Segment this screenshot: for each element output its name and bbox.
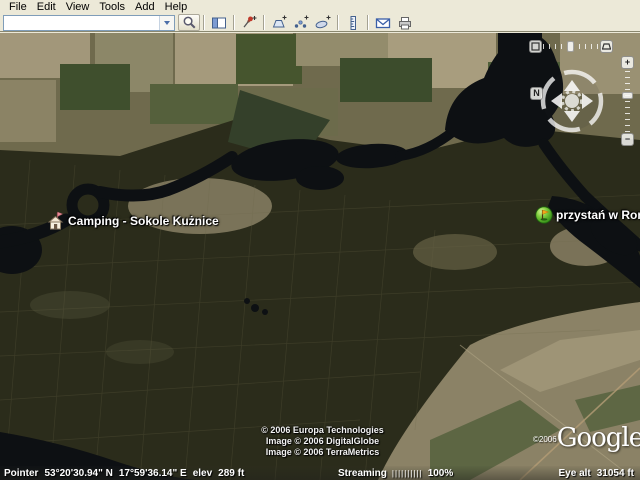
combo-dropdown-button[interactable] — [159, 16, 174, 30]
menu-help[interactable]: Help — [160, 1, 193, 13]
streaming-meter: |||||||||| — [392, 469, 423, 478]
elev-label: elev — [193, 468, 212, 479]
zoom-slider[interactable]: + − — [620, 56, 635, 146]
add-image-overlay-button[interactable] — [312, 14, 334, 31]
green-flag-icon — [535, 206, 553, 224]
streaming-label: Streaming — [338, 468, 387, 479]
printer-icon — [397, 15, 413, 31]
zoom-slider-handle[interactable] — [622, 92, 633, 99]
add-path-button[interactable] — [290, 14, 312, 31]
toolbar-separator — [367, 15, 369, 30]
placemark-przystan-label[interactable]: przystań w Rom — [556, 208, 640, 222]
google-logo: Google — [557, 423, 640, 453]
top-down-view-icon — [531, 42, 540, 51]
search-button[interactable] — [178, 14, 200, 31]
tilt-slider[interactable] — [529, 40, 615, 53]
menu-tools[interactable]: Tools — [94, 1, 130, 13]
email-button[interactable] — [372, 14, 394, 31]
eye-altitude: Eye alt 31054 ft — [553, 468, 635, 479]
placemark-camping-label[interactable]: Camping - Sokole Kużnice — [68, 214, 219, 228]
streaming-status: Streaming |||||||||| 100% — [338, 468, 453, 479]
compass-control[interactable] — [531, 60, 613, 142]
toolbar-separator — [263, 15, 265, 30]
measure-button[interactable] — [342, 14, 364, 31]
menu-file[interactable]: File — [4, 1, 32, 13]
placemark-camping[interactable] — [47, 211, 64, 235]
pointer-latitude: 53°20'30.94" N — [44, 468, 112, 479]
search-icon — [182, 15, 197, 30]
eye-alt-label: Eye alt — [559, 468, 591, 479]
menu-add[interactable]: Add — [130, 1, 160, 13]
compass-center-knob[interactable] — [565, 94, 579, 108]
placemark-przystan[interactable] — [535, 206, 553, 229]
sidebar-panel-icon — [211, 15, 227, 31]
chevron-down-icon — [164, 21, 170, 25]
print-button[interactable] — [394, 14, 416, 31]
toolbar-separator — [203, 15, 205, 30]
path-dots-icon — [293, 15, 309, 31]
pushpin-icon — [241, 15, 257, 31]
tilt-slider-track[interactable] — [543, 41, 599, 52]
image-overlay-icon — [315, 15, 331, 31]
tilt-horizon-button[interactable] — [600, 40, 613, 53]
streaming-percent: 100% — [428, 468, 454, 479]
logo-copyright: ©2006 — [533, 435, 557, 444]
zoom-in-button[interactable]: + — [621, 56, 634, 69]
camping-house-icon — [47, 211, 64, 230]
eye-alt-value: 31054 ft — [597, 468, 634, 479]
tilt-top-down-button[interactable] — [529, 40, 542, 53]
pointer-label: Pointer — [4, 468, 38, 479]
pointer-coordinates: Pointer 53°20'30.94" N 17°59'36.14" E elev 2… — [4, 468, 250, 479]
tilted-view-icon — [602, 42, 611, 51]
zoom-out-button[interactable]: − — [621, 133, 634, 146]
map-viewport[interactable]: Camping - Sokole Kużnice przystań w Rom — [0, 33, 640, 480]
pointer-longitude: 17°59'36.14" E — [119, 468, 187, 479]
google-watermark: ©2006 Google ™ — [533, 423, 640, 453]
ruler-icon — [345, 15, 361, 31]
map-attribution: © 2006 Europa Technologies Image © 2006 … — [250, 425, 395, 458]
search-input[interactable] — [4, 16, 159, 30]
toolbar — [0, 14, 640, 32]
menu-view[interactable]: View — [61, 1, 95, 13]
north-button[interactable]: N — [530, 87, 543, 100]
menu-edit[interactable]: Edit — [32, 1, 61, 13]
attribution-line: Image © 2006 DigitalGlobe — [250, 436, 395, 447]
attribution-line: Image © 2006 TerraMetrics — [250, 447, 395, 458]
email-icon — [375, 15, 391, 31]
menu-bar: File Edit View Tools Add Help — [0, 0, 640, 14]
add-placemark-button[interactable] — [238, 14, 260, 31]
zoom-slider-track[interactable] — [622, 70, 633, 132]
tilt-slider-handle[interactable] — [567, 41, 574, 52]
status-bar: Pointer 53°20'30.94" N 17°59'36.14" E elev 2… — [0, 466, 640, 480]
polygon-icon — [271, 15, 287, 31]
add-polygon-button[interactable] — [268, 14, 290, 31]
toolbar-separator — [233, 15, 235, 30]
attribution-line: © 2006 Europa Technologies — [250, 425, 395, 436]
elevation-value: 289 ft — [218, 468, 244, 479]
search-combobox[interactable] — [3, 15, 175, 31]
toolbar-separator — [337, 15, 339, 30]
toggle-sidebar-button[interactable] — [208, 14, 230, 31]
